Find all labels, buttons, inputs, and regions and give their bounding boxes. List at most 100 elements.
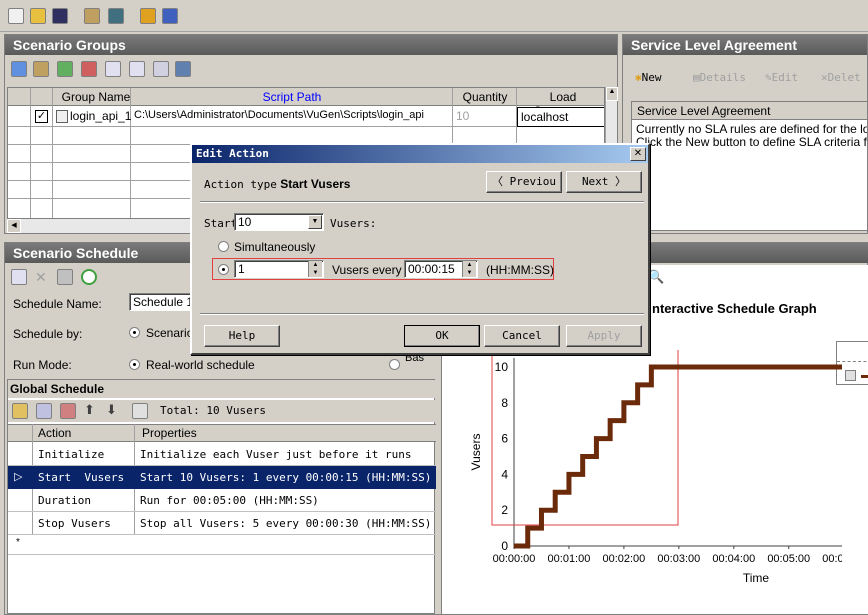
row-checkbox[interactable]: ✓ xyxy=(35,110,48,123)
add-action-icon[interactable] xyxy=(12,403,28,419)
col-header-script-path[interactable]: Script Path xyxy=(132,90,452,104)
schedule-by-scenario-label: Scenario xyxy=(146,326,194,340)
remove-group-icon[interactable] xyxy=(81,61,97,77)
time-format-label: (HH:MM:SS) xyxy=(486,263,554,277)
total-vusers: Total: 10 Vusers xyxy=(160,404,266,417)
open-folder-icon[interactable] xyxy=(30,8,46,24)
help-button[interactable]: Help xyxy=(204,325,280,347)
global-schedule-toolbar: ⬆ ⬇ Total: 10 Vusers xyxy=(8,400,436,422)
schedule-table-row[interactable]: Stop Vusers Stop all Vusers: 5 every 00:… xyxy=(8,512,436,535)
sla-new-button[interactable]: ✱New xyxy=(635,71,662,84)
col-header-action[interactable]: Action xyxy=(38,426,71,440)
results-icon[interactable] xyxy=(108,8,124,24)
simultaneously-radio[interactable] xyxy=(218,241,229,252)
schedule-clock-icon[interactable] xyxy=(81,269,97,285)
vusers-icon[interactable] xyxy=(33,61,49,77)
vuser-group-icon[interactable] xyxy=(162,8,178,24)
schedule-table-row[interactable]: Initialize Initialize each Vuser just be… xyxy=(8,443,436,466)
view-script-icon[interactable] xyxy=(129,61,145,77)
sla-panel: Service Level Agreement ✱New ▤Details ✎E… xyxy=(622,34,868,234)
group-name-cell[interactable]: login_api_1 xyxy=(70,109,131,123)
cancel-button[interactable]: Cancel xyxy=(484,325,560,347)
script-path-cell[interactable]: C:\Users\Administrator\Documents\VuGen\S… xyxy=(134,109,424,121)
delete-icon: ✕ xyxy=(821,71,828,84)
details-icon[interactable] xyxy=(105,61,121,77)
graph-title: nteractive Schedule Graph xyxy=(652,301,817,316)
every-count-spinner[interactable]: ▲ ▼ xyxy=(308,261,322,277)
run-mode-real-world-label: Real-world schedule xyxy=(146,358,255,372)
run-mode-basic-radio[interactable] xyxy=(389,359,400,370)
sla-details-button[interactable]: ▤Details xyxy=(693,71,746,84)
previous-button[interactable]: 〈 Previou xyxy=(486,171,562,193)
quantity-cell[interactable]: 10 xyxy=(456,109,469,123)
apply-button[interactable]: Apply xyxy=(566,325,642,347)
close-icon: ✕ xyxy=(633,148,643,159)
x-tick-label: 00:05:00 xyxy=(767,553,810,565)
sla-edit-button[interactable]: ✎Edit xyxy=(765,71,798,84)
sla-delete-button[interactable]: ✕Delet xyxy=(821,71,861,84)
vuser-run-icon[interactable] xyxy=(140,8,156,24)
next-button[interactable]: Next 〉 xyxy=(566,171,642,193)
groups-toolbar xyxy=(5,57,617,81)
schedule-table-row[interactable]: Duration Run for 00:05:00 (HH:MM:SS) xyxy=(8,489,436,512)
every-radio[interactable] xyxy=(218,264,229,275)
runtime-settings-icon[interactable] xyxy=(153,61,169,77)
x-tick-label: 00:02:00 xyxy=(602,553,645,565)
play-icon[interactable] xyxy=(11,61,27,77)
generators-icon[interactable] xyxy=(175,61,191,77)
y-axis-label: Vusers xyxy=(469,434,483,471)
dialog-close-button[interactable]: ✕ xyxy=(630,147,646,161)
y-tick-label: 6 xyxy=(501,432,508,446)
chevron-right-icon: 〉 xyxy=(608,175,627,188)
delete-schedule-icon[interactable]: ✕ xyxy=(35,269,47,286)
x-tick-label: 00:06:00 xyxy=(822,553,842,565)
move-up-icon[interactable]: ⬆ xyxy=(84,402,95,418)
save-icon[interactable] xyxy=(52,8,68,24)
action-type-row: Action type Start Vusers xyxy=(204,177,350,191)
legend-checkbox[interactable] xyxy=(845,370,856,381)
col-header-quantity[interactable]: Quantity xyxy=(454,90,516,104)
run-mode-real-world-radio[interactable] xyxy=(129,359,140,370)
sla-box-title: Service Level Agreement xyxy=(632,102,867,120)
rename-schedule-icon[interactable] xyxy=(57,269,73,285)
schedule-by-label: Schedule by: xyxy=(13,327,83,341)
new-schedule-icon[interactable] xyxy=(11,269,27,285)
chevron-down-icon: ▼ xyxy=(311,218,319,225)
col-header-group-name[interactable]: Group Name xyxy=(56,90,136,104)
schedule-name-label: Schedule Name: xyxy=(13,297,102,311)
zoom-icon[interactable]: 🔍 xyxy=(648,269,664,285)
start-dropdown-button[interactable]: ▼ xyxy=(308,215,322,229)
action-type-label: Action type xyxy=(204,178,277,191)
interval-spinner[interactable]: ▲ ▼ xyxy=(462,261,476,277)
ok-button[interactable]: OK xyxy=(404,325,480,347)
sla-title: Service Level Agreement xyxy=(623,35,867,55)
edit-action-icon[interactable] xyxy=(36,403,52,419)
copy-action-icon[interactable] xyxy=(132,403,148,419)
scenario-groups-title: Scenario Groups xyxy=(5,35,617,55)
move-down-icon[interactable]: ⬇ xyxy=(106,402,117,418)
dialog-title: Edit Action xyxy=(196,147,269,160)
y-tick-label: 2 xyxy=(501,503,508,517)
add-group-icon[interactable] xyxy=(57,61,73,77)
schedule-by-scenario-radio[interactable] xyxy=(129,327,140,338)
load-generator-cell[interactable]: localhost xyxy=(517,107,604,127)
vusers-label: Vusers: xyxy=(330,217,377,230)
schedule-chart: 0 2 4 6 8 10 00:00:00 00:01:00 00:02:00 00:03:00 0… xyxy=(469,350,842,585)
schedule-name-select[interactable]: Schedule 1 xyxy=(129,293,199,311)
edit-action-dialog: Edit Action ✕ Action type Start Vusers 〈… xyxy=(190,143,650,355)
design-view-icon[interactable] xyxy=(84,8,100,24)
start-label: Start xyxy=(204,217,238,230)
y-tick-label: 0 xyxy=(501,539,508,553)
new-row[interactable]: * xyxy=(8,535,436,555)
schedule-table-row-selected[interactable]: ▷ Start Vusers Start 10 Vusers: 1 every … xyxy=(8,466,436,489)
vusers-every-label: Vusers every xyxy=(332,263,402,277)
legend-line xyxy=(861,375,868,378)
y-tick-label: 8 xyxy=(501,396,508,410)
y-tick-label: 10 xyxy=(495,360,509,374)
col-header-properties[interactable]: Properties xyxy=(142,426,197,440)
details-icon: ▤ xyxy=(693,71,700,84)
schedule-table-header: Action Properties xyxy=(8,424,436,442)
new-scenario-icon[interactable] xyxy=(8,8,24,24)
main-toolbar xyxy=(0,0,868,32)
delete-action-icon[interactable] xyxy=(60,403,76,419)
